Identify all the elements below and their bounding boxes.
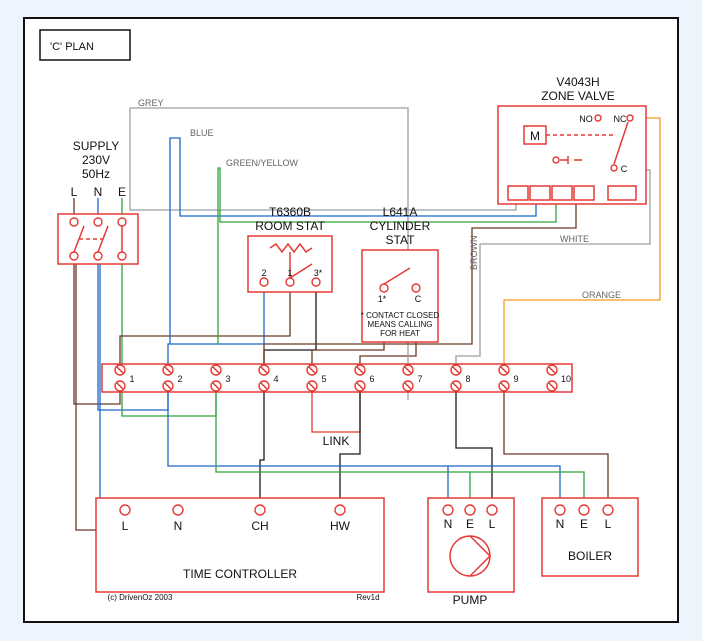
cyl-stat-t1: 1* xyxy=(378,294,387,304)
svg-text:9: 9 xyxy=(513,374,518,384)
label-white: WHITE xyxy=(560,234,589,244)
svg-text:L: L xyxy=(122,519,129,533)
cyl-stat-label1: CYLINDER xyxy=(370,219,431,233)
cyl-note2: MEANS CALLING xyxy=(368,320,433,329)
svg-text:E: E xyxy=(466,517,474,531)
svg-text:L: L xyxy=(489,517,496,531)
label-orange: ORANGE xyxy=(582,290,621,300)
svg-text:5: 5 xyxy=(321,374,326,384)
svg-text:N: N xyxy=(444,517,453,531)
label-greenyellow: GREEN/YELLOW xyxy=(226,158,299,168)
svg-text:N: N xyxy=(174,519,183,533)
svg-text:1: 1 xyxy=(129,374,134,384)
cyl-note1: * CONTACT CLOSED xyxy=(361,311,440,320)
svg-text:2: 2 xyxy=(177,374,182,384)
supply-voltage: 230V xyxy=(82,153,110,167)
svg-text:10: 10 xyxy=(561,374,571,384)
svg-text:N: N xyxy=(556,517,565,531)
room-stat-model: T6360B xyxy=(269,205,311,219)
svg-text:HW: HW xyxy=(330,519,351,533)
room-stat-label: ROOM STAT xyxy=(255,219,325,233)
boiler-label: BOILER xyxy=(568,549,612,563)
cyl-stat-label2: STAT xyxy=(386,233,416,247)
svg-text:3: 3 xyxy=(225,374,230,384)
supply-E: E xyxy=(118,185,126,199)
copyright: (c) DrivenOz 2003 xyxy=(108,593,173,602)
revision: Rev1d xyxy=(356,593,379,602)
svg-text:6: 6 xyxy=(369,374,374,384)
svg-text:8: 8 xyxy=(465,374,470,384)
svg-text:L: L xyxy=(605,517,612,531)
supply-label: SUPPLY xyxy=(73,139,119,153)
title-text: 'C' PLAN xyxy=(50,41,94,53)
cyl-note3: FOR HEAT xyxy=(380,329,420,338)
supply-L: L xyxy=(71,185,78,199)
cyl-stat-tc: C xyxy=(415,294,422,304)
supply-switch xyxy=(58,214,138,264)
svg-text:E: E xyxy=(580,517,588,531)
zone-valve-M: M xyxy=(530,129,540,143)
cylinder-stat: L641A CYLINDER STAT 1* C * CONTACT CLOSE… xyxy=(361,205,440,342)
supply-N: N xyxy=(94,185,103,199)
cyl-stat-model: L641A xyxy=(383,205,418,219)
room-stat-t3: 3* xyxy=(314,268,323,278)
svg-text:4: 4 xyxy=(273,374,278,384)
room-stat-t2: 2 xyxy=(261,268,266,278)
boiler: N E L BOILER xyxy=(542,498,638,576)
time-controller-label: TIME CONTROLLER xyxy=(183,567,297,581)
zone-valve-C: C xyxy=(621,164,628,174)
pump-label: PUMP xyxy=(453,593,488,607)
zone-valve-NC: NC xyxy=(614,114,627,124)
link-label: LINK xyxy=(323,434,350,448)
wiring-diagram: 'C' PLAN GREY BLUE GREEN/YELLOW BROWN WH… xyxy=(0,0,702,641)
supply-freq: 50Hz xyxy=(82,167,110,181)
pump: N E L PUMP xyxy=(428,498,514,607)
label-blue: BLUE xyxy=(190,128,214,138)
zone-valve-model: V4043H xyxy=(556,75,599,89)
zone-valve-label: ZONE VALVE xyxy=(541,89,615,103)
label-brown: BROWN xyxy=(469,236,479,271)
label-grey: GREY xyxy=(138,98,164,108)
zone-valve-NO: NO xyxy=(579,114,593,124)
room-stat-t1: 1 xyxy=(287,268,292,278)
svg-text:7: 7 xyxy=(417,374,422,384)
time-controller: L N CH HW TIME CONTROLLER xyxy=(96,498,384,592)
svg-text:CH: CH xyxy=(251,519,268,533)
room-stat: T6360B ROOM STAT 2 1 3* xyxy=(248,205,332,292)
